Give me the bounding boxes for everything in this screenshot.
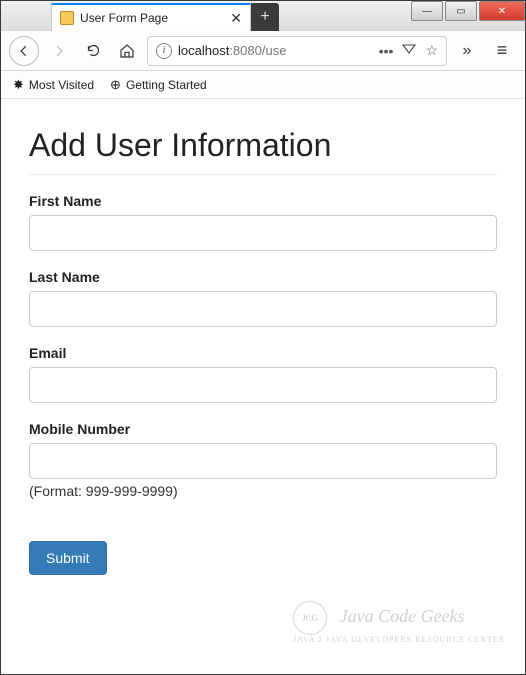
reload-button[interactable] bbox=[79, 37, 107, 65]
globe-icon: ⊕ bbox=[110, 77, 121, 93]
watermark-tagline: JAVA 2 JAVA DEVELOPERS RESOURCE CENTER bbox=[293, 635, 505, 644]
back-button[interactable] bbox=[9, 36, 39, 66]
page-title: Add User Information bbox=[29, 127, 497, 164]
input-email[interactable] bbox=[29, 367, 497, 403]
watermark-logo-icon bbox=[293, 601, 327, 635]
page-viewport: Add User Information First Name Last Nam… bbox=[1, 99, 525, 674]
window-controls: — ▭ ✕ bbox=[409, 1, 525, 23]
hint-mobile-format: (Format: 999-999-9999) bbox=[29, 483, 497, 499]
home-button[interactable] bbox=[113, 37, 141, 65]
submit-button[interactable]: Submit bbox=[29, 541, 107, 575]
label-first-name: First Name bbox=[29, 193, 497, 209]
bookmark-label: Most Visited bbox=[29, 78, 94, 92]
label-mobile: Mobile Number bbox=[29, 421, 497, 437]
tab-title: User Form Page bbox=[80, 11, 168, 25]
form-group-mobile: Mobile Number (Format: 999-999-9999) bbox=[29, 421, 497, 499]
divider bbox=[29, 174, 497, 175]
tab-strip: User Form Page ✕ + bbox=[51, 1, 279, 31]
bookmark-getting-started[interactable]: ⊕ Getting Started bbox=[110, 77, 207, 93]
label-email: Email bbox=[29, 345, 497, 361]
favicon-icon bbox=[60, 11, 74, 25]
page-actions-icon[interactable]: ••• bbox=[379, 43, 394, 59]
url-path: /use bbox=[262, 43, 287, 58]
input-last-name[interactable] bbox=[29, 291, 497, 327]
url-port: :8080 bbox=[229, 43, 262, 58]
address-bar[interactable]: i localhost:8080/use ••• ☆ bbox=[147, 36, 447, 66]
close-tab-icon[interactable]: ✕ bbox=[230, 10, 242, 27]
label-last-name: Last Name bbox=[29, 269, 497, 285]
toolbar-overflow-button[interactable]: » bbox=[453, 37, 481, 65]
minimize-button[interactable]: — bbox=[411, 1, 443, 21]
arrow-right-icon bbox=[52, 44, 66, 58]
url-actions: ••• ☆ bbox=[379, 41, 438, 60]
home-icon bbox=[119, 43, 135, 59]
arrow-left-icon bbox=[17, 44, 31, 58]
nav-toolbar: i localhost:8080/use ••• ☆ » ≡ bbox=[1, 31, 525, 71]
bookmark-most-visited[interactable]: ✸ Most Visited bbox=[13, 77, 94, 93]
reader-icon[interactable] bbox=[401, 41, 417, 60]
close-window-button[interactable]: ✕ bbox=[479, 1, 525, 21]
watermark: Java Code Geeks JAVA 2 JAVA DEVELOPERS R… bbox=[293, 601, 505, 644]
input-mobile[interactable] bbox=[29, 443, 497, 479]
form-group-last-name: Last Name bbox=[29, 269, 497, 327]
url-host: localhost bbox=[178, 43, 229, 58]
browser-window: User Form Page ✕ + — ▭ ✕ i localhost:808… bbox=[0, 0, 526, 675]
titlebar: User Form Page ✕ + — ▭ ✕ bbox=[1, 1, 525, 31]
bookmark-label: Getting Started bbox=[126, 78, 207, 92]
form-group-first-name: First Name bbox=[29, 193, 497, 251]
tab-active[interactable]: User Form Page ✕ bbox=[51, 3, 251, 31]
app-menu-button[interactable]: ≡ bbox=[487, 36, 517, 66]
reload-icon bbox=[86, 43, 101, 58]
new-tab-button[interactable]: + bbox=[251, 3, 279, 31]
watermark-brand: Java Code Geeks bbox=[340, 606, 465, 626]
form-group-email: Email bbox=[29, 345, 497, 403]
url-text: localhost:8080/use bbox=[178, 43, 373, 58]
maximize-button[interactable]: ▭ bbox=[445, 1, 477, 21]
site-info-icon[interactable]: i bbox=[156, 43, 172, 59]
bookmarks-bar: ✸ Most Visited ⊕ Getting Started bbox=[1, 71, 525, 99]
forward-button[interactable] bbox=[45, 37, 73, 65]
input-first-name[interactable] bbox=[29, 215, 497, 251]
bookmark-star-icon[interactable]: ☆ bbox=[425, 42, 438, 59]
sparkle-icon: ✸ bbox=[13, 77, 24, 93]
